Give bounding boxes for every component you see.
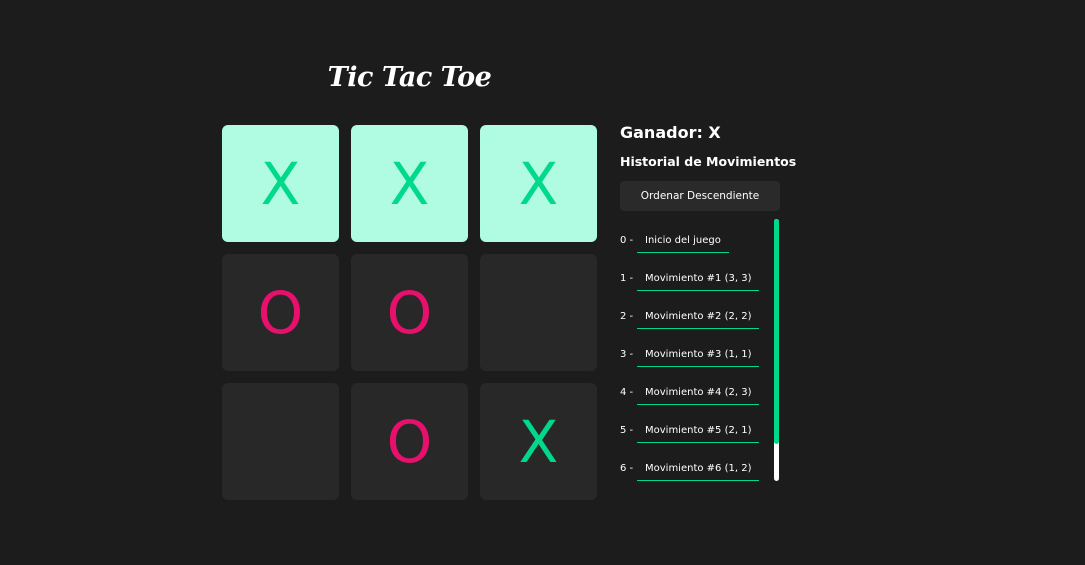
move-item: 6 - Movimiento #6 (1, 2) (620, 447, 760, 485)
move-button-6[interactable]: Movimiento #6 (1, 2) (637, 447, 760, 481)
move-button-3[interactable]: Movimiento #3 (1, 1) (637, 333, 760, 367)
move-button-2[interactable]: Movimiento #2 (2, 2) (637, 295, 760, 329)
move-index: 2 - (620, 311, 634, 322)
board-cell-1[interactable]: X (222, 125, 339, 242)
board-cell-3[interactable]: X (480, 125, 597, 242)
board-cell-9[interactable]: X (480, 383, 597, 500)
game-info-panel: Ganador: X Historial de Movimientos Orde… (620, 120, 797, 481)
app: Tic Tac Toe X X X O O O X Ganador: X His… (0, 0, 1085, 565)
move-index: 1 - (620, 273, 634, 284)
game-board: X X X O O O X (222, 125, 597, 500)
history-title: Historial de Movimientos (620, 154, 797, 169)
board-cell-5[interactable]: O (351, 254, 468, 371)
game-title: Tic Tac Toe (327, 62, 492, 93)
move-button-0[interactable]: Inicio del juego (637, 219, 729, 253)
board-cell-4[interactable]: O (222, 254, 339, 371)
move-button-4[interactable]: Movimiento #4 (2, 3) (637, 371, 760, 405)
move-item: 2 - Movimiento #2 (2, 2) (620, 295, 760, 333)
move-history-scrollbar[interactable] (774, 219, 779, 481)
move-button-1[interactable]: Movimiento #1 (3, 3) (637, 257, 760, 291)
move-history-list: 0 - Inicio del juego 1 - Movimiento #1 (… (620, 219, 782, 481)
move-item: 5 - Movimiento #5 (2, 1) (620, 409, 760, 447)
move-index: 0 - (620, 235, 634, 246)
winner-status: Ganador: X (620, 123, 721, 142)
move-item: 4 - Movimiento #4 (2, 3) (620, 371, 760, 409)
move-index: 3 - (620, 349, 634, 360)
move-index: 5 - (620, 425, 634, 436)
move-index: 4 - (620, 387, 634, 398)
scrollbar-thumb[interactable] (774, 219, 779, 444)
board-cell-6[interactable] (480, 254, 597, 371)
move-item: 3 - Movimiento #3 (1, 1) (620, 333, 760, 371)
board-cell-2[interactable]: X (351, 125, 468, 242)
move-button-5[interactable]: Movimiento #5 (2, 1) (637, 409, 760, 443)
board-cell-7[interactable] (222, 383, 339, 500)
sort-order-button[interactable]: Ordenar Descendiente (620, 181, 780, 211)
board-cell-8[interactable]: O (351, 383, 468, 500)
move-item: 1 - Movimiento #1 (3, 3) (620, 257, 760, 295)
move-index: 6 - (620, 463, 634, 474)
move-item: 0 - Inicio del juego (620, 219, 729, 257)
